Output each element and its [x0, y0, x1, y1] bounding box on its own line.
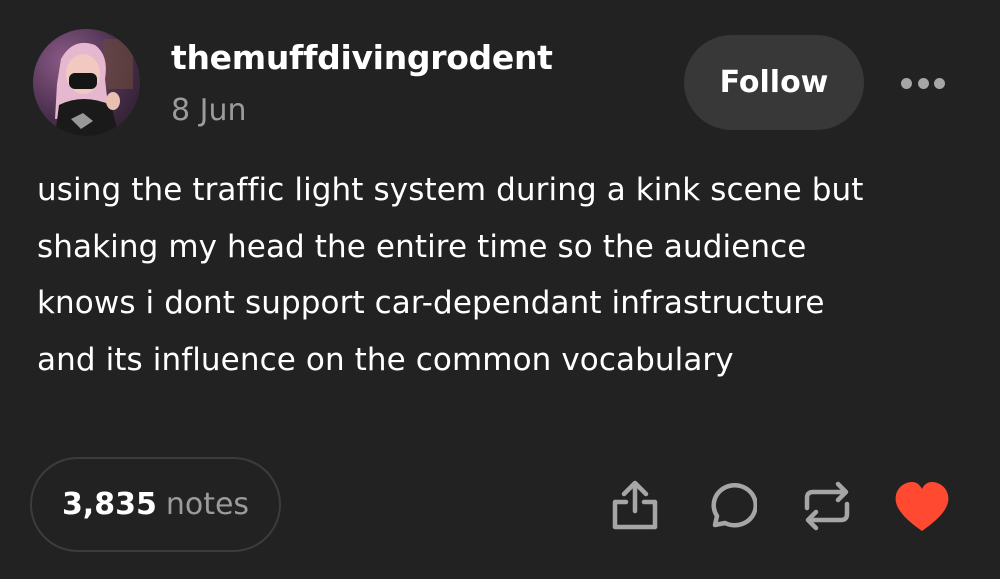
username[interactable]: themuffdivingrodent	[171, 38, 553, 77]
like-heart-icon[interactable]	[893, 480, 949, 536]
more-options-icon[interactable]	[895, 66, 951, 100]
post-body-line: knows i dont support car-dependant infra…	[37, 285, 825, 321]
reblog-icon[interactable]	[799, 478, 855, 534]
more-dot	[901, 77, 912, 89]
post-body-line: and its influence on the common vocabula…	[37, 341, 734, 378]
follow-button[interactable]: Follow	[684, 35, 864, 130]
more-dot	[934, 77, 945, 89]
post-body-line: using the traffic light system during a …	[37, 172, 864, 208]
notes-count: 3,835	[61, 487, 157, 522]
avatar-image	[33, 29, 140, 136]
avatar[interactable]	[33, 29, 140, 136]
notes-button[interactable]: 3,835 notes	[30, 457, 281, 552]
post-card: themuffdivingrodent 8 Jun Follow using t…	[0, 0, 1000, 579]
post-body: using the traffic light system during a …	[37, 162, 977, 388]
post-body-line: shaking my head the entire time so the a…	[37, 228, 807, 265]
post-date[interactable]: 8 Jun	[171, 93, 247, 128]
notes-label: notes	[165, 487, 250, 522]
share-icon[interactable]	[607, 478, 663, 534]
more-dot	[917, 77, 929, 89]
reply-icon[interactable]	[701, 478, 757, 534]
